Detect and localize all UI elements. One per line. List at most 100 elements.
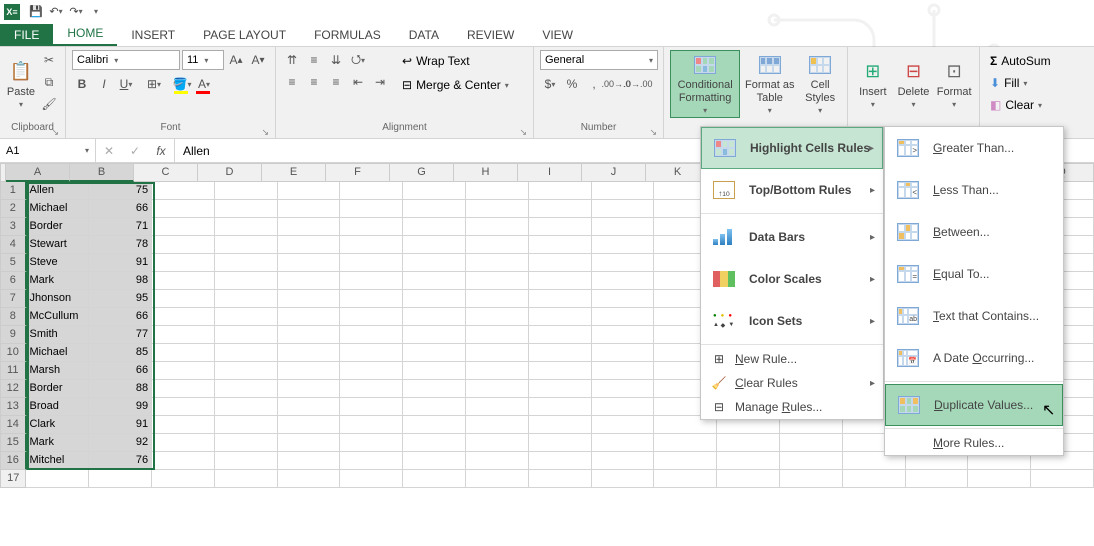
row-header[interactable]: 15 — [0, 434, 27, 452]
cell[interactable] — [466, 452, 529, 470]
cell[interactable]: McCullum — [27, 308, 90, 326]
cell[interactable] — [278, 254, 341, 272]
column-header[interactable]: G — [390, 163, 454, 182]
align-bottom-button[interactable]: ⇊ — [326, 50, 346, 70]
cell[interactable]: 76 — [89, 452, 152, 470]
cell[interactable] — [215, 380, 278, 398]
cell[interactable]: Mark — [27, 272, 90, 290]
number-format-combo[interactable]: General▾ — [540, 50, 658, 70]
cell[interactable] — [654, 470, 717, 488]
cell[interactable] — [278, 434, 341, 452]
bold-button[interactable]: B — [72, 74, 92, 94]
cell[interactable] — [215, 218, 278, 236]
cell[interactable] — [403, 308, 466, 326]
tab-file[interactable]: FILE — [0, 24, 53, 46]
cell[interactable] — [340, 308, 403, 326]
cell[interactable] — [152, 236, 215, 254]
tab-data[interactable]: DATA — [395, 24, 453, 46]
cell[interactable] — [466, 344, 529, 362]
cell[interactable] — [152, 272, 215, 290]
cell[interactable] — [89, 470, 152, 488]
cell[interactable] — [278, 416, 341, 434]
cell[interactable] — [340, 254, 403, 272]
cell[interactable] — [215, 272, 278, 290]
cell[interactable] — [466, 254, 529, 272]
borders-button[interactable]: ⊞▾ — [144, 74, 164, 94]
cell[interactable] — [215, 200, 278, 218]
menu-between[interactable]: Between... — [885, 211, 1063, 253]
cell[interactable]: 78 — [89, 236, 152, 254]
cell[interactable] — [906, 470, 969, 488]
cell[interactable] — [592, 326, 655, 344]
row-header[interactable]: 4 — [0, 236, 27, 254]
cell[interactable] — [592, 434, 655, 452]
cell[interactable] — [592, 452, 655, 470]
cell[interactable] — [529, 308, 592, 326]
cell[interactable] — [529, 344, 592, 362]
cell[interactable] — [529, 452, 592, 470]
cell[interactable]: Clark — [27, 416, 90, 434]
menu-new-rule[interactable]: ⊞ New Rule... — [701, 347, 883, 371]
cell[interactable]: 88 — [89, 380, 152, 398]
font-size-combo[interactable]: 11▾ — [182, 50, 224, 70]
cell[interactable] — [278, 344, 341, 362]
cell[interactable] — [340, 380, 403, 398]
row-header[interactable]: 1 — [0, 182, 27, 200]
cell[interactable] — [340, 218, 403, 236]
cell[interactable] — [529, 380, 592, 398]
cell[interactable] — [403, 452, 466, 470]
cell[interactable] — [278, 218, 341, 236]
cell[interactable] — [403, 434, 466, 452]
save-button[interactable]: 💾 — [26, 2, 46, 22]
cell[interactable] — [403, 254, 466, 272]
undo-button[interactable]: ↶▾ — [46, 2, 66, 22]
cell[interactable] — [466, 272, 529, 290]
cell[interactable]: 75 — [89, 182, 152, 200]
cell[interactable]: Michael — [27, 344, 90, 362]
cell[interactable] — [215, 236, 278, 254]
row-header[interactable]: 3 — [0, 218, 27, 236]
row-header[interactable]: 16 — [0, 452, 27, 470]
font-name-combo[interactable]: Calibri▾ — [72, 50, 180, 70]
cell[interactable] — [529, 290, 592, 308]
cell[interactable] — [278, 308, 341, 326]
menu-text-contains[interactable]: ab Text that Contains... — [885, 295, 1063, 337]
menu-less-than[interactable]: < Less Than... — [885, 169, 1063, 211]
cell[interactable]: 91 — [89, 254, 152, 272]
cell[interactable] — [215, 362, 278, 380]
dialog-launcher[interactable]: ↘ — [649, 127, 657, 138]
cell[interactable] — [529, 254, 592, 272]
cell[interactable] — [152, 200, 215, 218]
cell[interactable] — [340, 236, 403, 254]
cell[interactable] — [466, 380, 529, 398]
decrease-indent-button[interactable]: ⇤ — [348, 72, 368, 92]
conditional-formatting-button[interactable]: Conditional Formatting▾ — [670, 50, 740, 118]
row-header[interactable]: 11 — [0, 362, 27, 380]
cell[interactable]: Broad — [27, 398, 90, 416]
cell[interactable] — [215, 452, 278, 470]
column-header[interactable]: J — [582, 163, 646, 182]
cell[interactable] — [592, 182, 655, 200]
menu-icon-sets[interactable]: ●●●▲◆▼ Icon Sets▸ — [701, 300, 883, 342]
row-header[interactable]: 2 — [0, 200, 27, 218]
cell[interactable] — [466, 236, 529, 254]
cell[interactable] — [466, 218, 529, 236]
cell[interactable] — [278, 290, 341, 308]
align-middle-button[interactable]: ≡ — [304, 50, 324, 70]
cell[interactable] — [278, 470, 341, 488]
cell[interactable] — [780, 434, 843, 452]
cell[interactable] — [529, 236, 592, 254]
cell[interactable] — [466, 398, 529, 416]
cell[interactable]: Marsh — [27, 362, 90, 380]
menu-date-occurring[interactable]: 📅 A Date Occurring... — [885, 337, 1063, 379]
cell[interactable]: Smith — [27, 326, 90, 344]
row-header[interactable]: 8 — [0, 308, 27, 326]
row-header[interactable]: 13 — [0, 398, 27, 416]
column-header[interactable]: C — [134, 163, 198, 182]
cell[interactable] — [780, 452, 843, 470]
cell[interactable] — [215, 398, 278, 416]
cell[interactable]: 92 — [89, 434, 152, 452]
column-header[interactable]: E — [262, 163, 326, 182]
redo-button[interactable]: ↷▾ — [66, 2, 86, 22]
cell[interactable] — [592, 380, 655, 398]
